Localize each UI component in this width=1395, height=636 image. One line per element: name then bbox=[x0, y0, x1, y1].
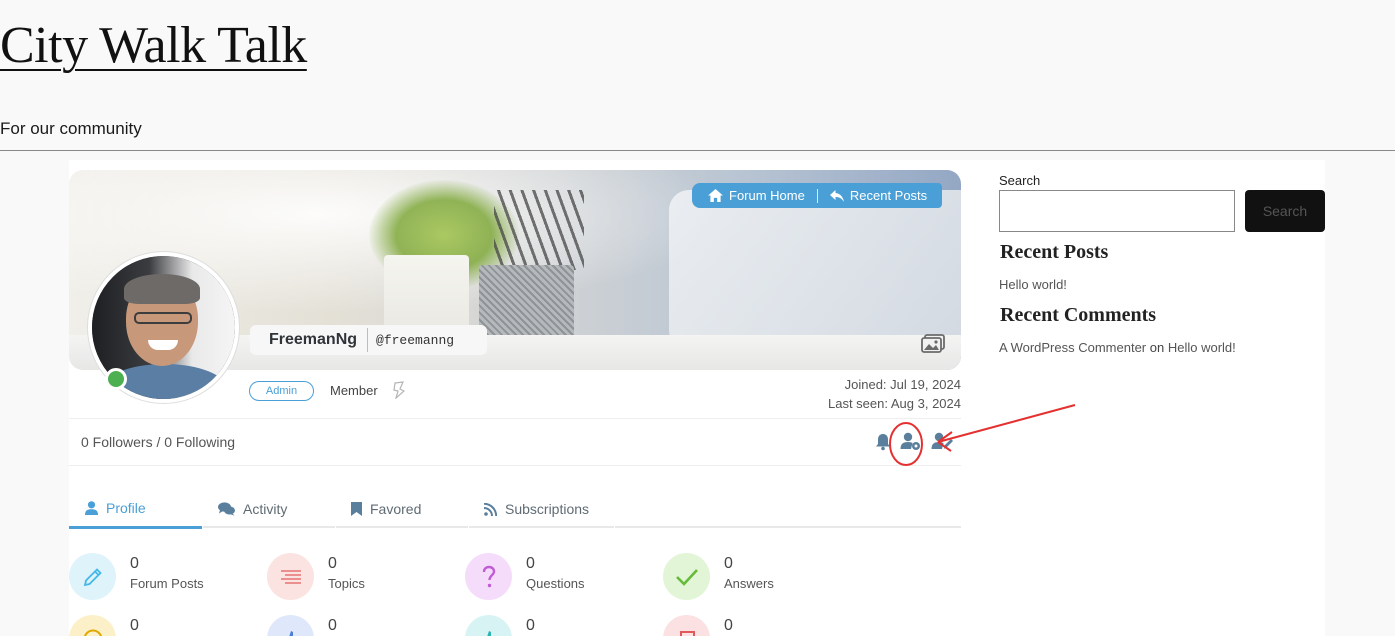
follow-bar: 0 Followers / 0 Following bbox=[69, 418, 961, 466]
rss-icon bbox=[484, 502, 497, 516]
role-badge: Admin bbox=[249, 381, 314, 401]
check-icon bbox=[663, 553, 710, 600]
stat-answers: 0 Answers bbox=[663, 553, 853, 603]
rank-star-icon bbox=[393, 381, 405, 399]
stat-label: Answers bbox=[724, 576, 774, 591]
stat-value: 0 bbox=[130, 555, 139, 572]
stat-row2-4: 0 bbox=[663, 615, 853, 636]
comment-post-link[interactable]: Hello world! bbox=[1168, 340, 1236, 355]
stat-value: 0 bbox=[724, 617, 733, 634]
stat-value: 0 bbox=[328, 555, 337, 572]
name-separator bbox=[367, 328, 369, 352]
comments-icon bbox=[218, 502, 235, 516]
stat-value: 0 bbox=[130, 617, 139, 634]
question-icon bbox=[465, 553, 512, 600]
display-name: FreemanNg bbox=[269, 331, 358, 348]
stat-questions: 0 Questions bbox=[465, 553, 655, 603]
site-tagline: For our community bbox=[0, 119, 142, 138]
pencil-icon bbox=[69, 553, 116, 600]
home-icon bbox=[708, 189, 723, 202]
last-seen-date: Last seen: Aug 3, 2024 bbox=[828, 396, 961, 411]
rank-label: Member bbox=[330, 383, 378, 398]
bell-icon[interactable] bbox=[875, 429, 891, 453]
comment-author-link[interactable]: A WordPress Commenter bbox=[999, 340, 1146, 355]
recent-posts-link[interactable]: Recent Posts bbox=[829, 188, 928, 203]
site-header: City Walk Talk For our community bbox=[0, 0, 1395, 151]
follow-counts[interactable]: 0 Followers / 0 Following bbox=[81, 434, 235, 450]
online-status-indicator bbox=[105, 368, 127, 390]
site-title[interactable]: City Walk Talk bbox=[0, 16, 307, 75]
recent-comment-item: A WordPress Commenter on Hello world! bbox=[999, 340, 1236, 355]
reply-icon bbox=[829, 189, 844, 202]
user-icon bbox=[85, 501, 98, 515]
stat-value: 0 bbox=[724, 555, 733, 572]
stat-topics: 0 Topics bbox=[267, 553, 457, 603]
recent-posts-title: Recent Posts bbox=[1000, 241, 1109, 263]
stat-value: 0 bbox=[526, 617, 535, 634]
thumbs-up-icon bbox=[465, 615, 512, 636]
recent-post-link[interactable]: Hello world! bbox=[999, 277, 1067, 292]
recent-posts-label: Recent Posts bbox=[849, 188, 928, 203]
tab-favored[interactable]: Favored bbox=[335, 490, 468, 528]
name-plate: FreemanNg @freemanng bbox=[250, 325, 487, 355]
username: @freemanng bbox=[376, 332, 455, 348]
comment-on-text: on bbox=[1149, 340, 1165, 355]
stat-label: Forum Posts bbox=[130, 576, 204, 591]
joined-date: Joined: Jul 19, 2024 bbox=[844, 377, 961, 392]
list-icon bbox=[267, 553, 314, 600]
tab-activity[interactable]: Activity bbox=[202, 490, 335, 528]
stat-row2-2: 0 bbox=[267, 615, 457, 636]
forum-home-link[interactable]: Forum Home bbox=[708, 188, 805, 203]
stat-label: Topics bbox=[328, 576, 365, 591]
stat-value: 0 bbox=[328, 617, 337, 634]
tab-activity-label: Activity bbox=[243, 501, 288, 517]
tab-favored-label: Favored bbox=[370, 501, 422, 517]
stat-label: Questions bbox=[526, 576, 585, 591]
stat-row2-3: 0 bbox=[465, 615, 655, 636]
user-settings-icon[interactable] bbox=[900, 429, 922, 453]
flag-icon bbox=[663, 615, 710, 636]
recent-comments-title: Recent Comments bbox=[1000, 304, 1157, 326]
stat-forum-posts: 0 Forum Posts bbox=[69, 553, 259, 603]
change-cover-icon[interactable] bbox=[921, 334, 945, 354]
tab-profile-label: Profile bbox=[106, 500, 146, 516]
stat-value: 0 bbox=[526, 555, 535, 572]
tab-profile[interactable]: Profile bbox=[69, 490, 202, 529]
search-button[interactable]: Search bbox=[1245, 190, 1325, 232]
bookmark-icon bbox=[351, 502, 362, 516]
nav-separator bbox=[816, 188, 818, 203]
stat-row2-1: 0 bbox=[69, 615, 259, 636]
profile-tabs: Profile Activity Favored Subscriptions bbox=[69, 490, 961, 529]
thumbs-up-icon bbox=[267, 615, 314, 636]
search-input[interactable] bbox=[999, 190, 1235, 232]
comment-icon bbox=[69, 615, 116, 636]
tab-subscriptions-label: Subscriptions bbox=[505, 501, 590, 517]
tab-subscriptions[interactable]: Subscriptions bbox=[468, 490, 614, 528]
cover-nav: Forum Home Recent Posts bbox=[692, 183, 943, 208]
forum-home-label: Forum Home bbox=[729, 188, 805, 203]
user-edit-icon[interactable] bbox=[931, 429, 953, 453]
search-label: Search bbox=[999, 173, 1041, 188]
